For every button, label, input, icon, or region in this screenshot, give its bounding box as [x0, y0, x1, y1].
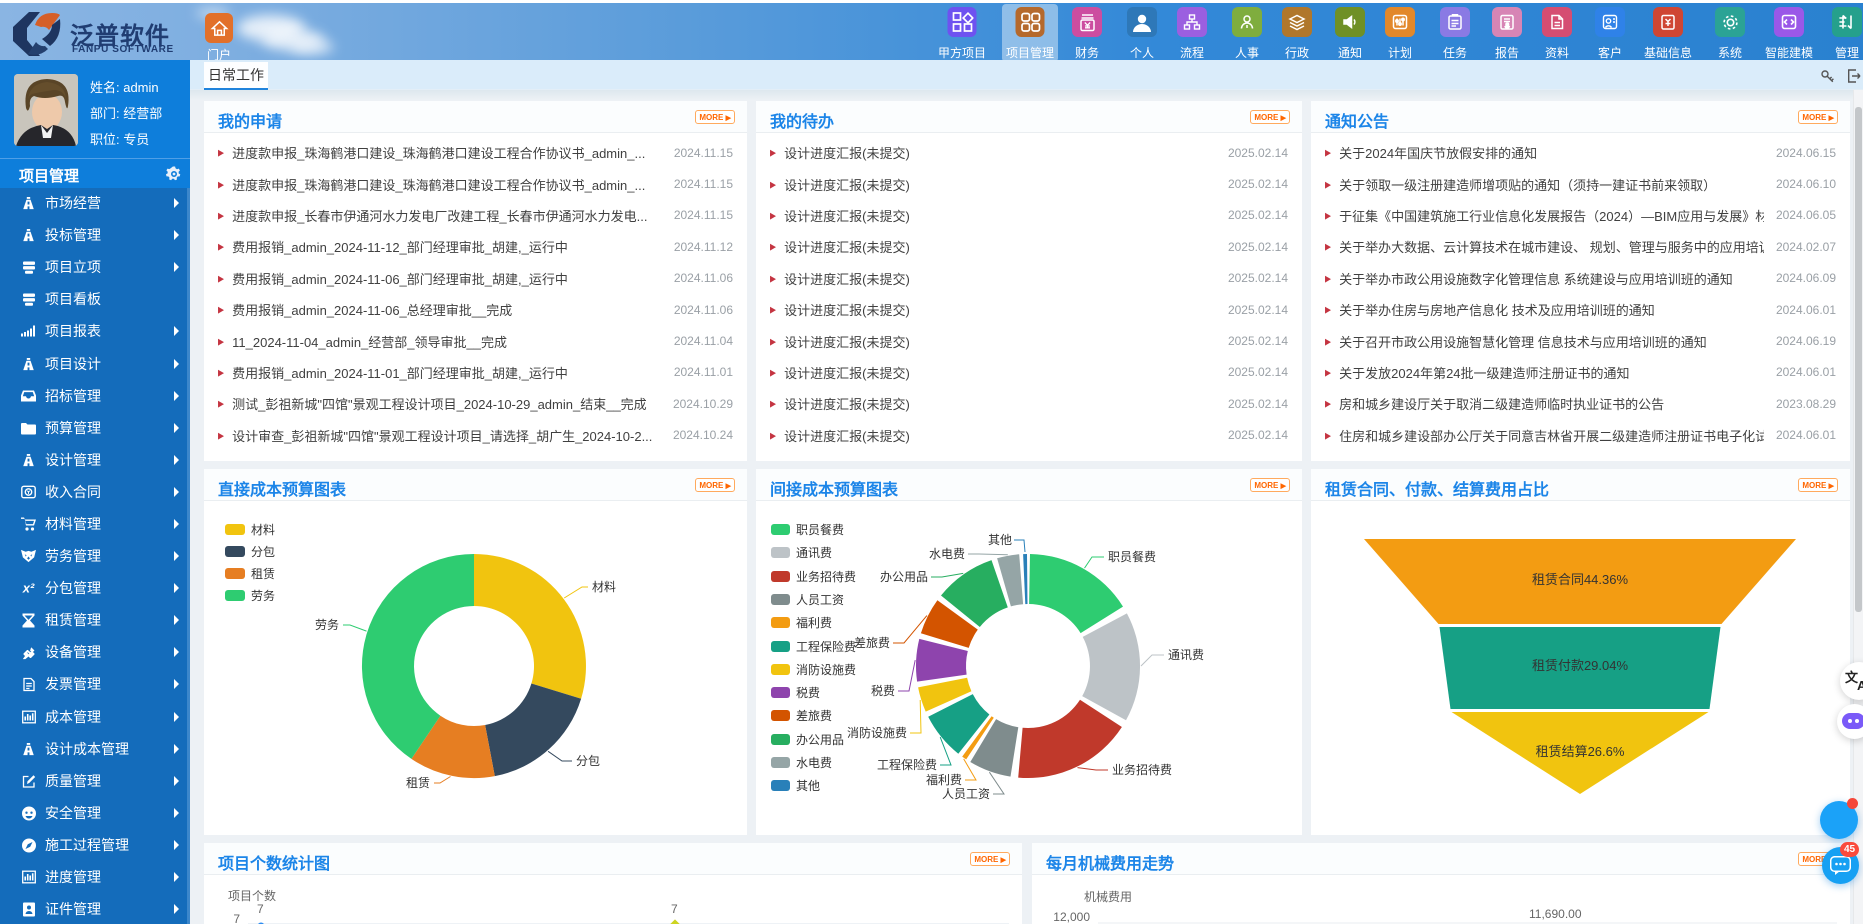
svg-text:其他: 其他 — [988, 533, 1012, 547]
svg-text:11,690.00: 11,690.00 — [1529, 907, 1582, 921]
svg-text:通讯费: 通讯费 — [1168, 648, 1204, 662]
svg-text:租赁付款29.04%: 租赁付款29.04% — [1532, 658, 1629, 673]
svg-text:人员工资: 人员工资 — [942, 787, 990, 801]
svg-text:7: 7 — [671, 902, 678, 916]
svg-text:水电费: 水电费 — [929, 547, 965, 561]
svg-text:机械费用: 机械费用 — [1084, 889, 1132, 904]
svg-text:7: 7 — [257, 902, 264, 916]
svg-text:材料: 材料 — [592, 580, 616, 594]
svg-text:租赁合同44.36%: 租赁合同44.36% — [1532, 572, 1629, 587]
svg-text:福利费: 福利费 — [926, 772, 962, 787]
svg-text:消防设施费: 消防设施费 — [847, 725, 907, 740]
svg-text:12,000: 12,000 — [1053, 910, 1090, 924]
svg-text:劳务: 劳务 — [315, 617, 339, 632]
svg-text:税费: 税费 — [871, 684, 895, 698]
svg-text:分包: 分包 — [576, 754, 600, 768]
svg-text:项目个数: 项目个数 — [228, 888, 276, 903]
svg-text:职员餐费: 职员餐费 — [1108, 549, 1156, 564]
svg-text:租赁: 租赁 — [406, 776, 430, 790]
svg-text:差旅费: 差旅费 — [854, 636, 890, 650]
svg-text:租赁结算26.6%: 租赁结算26.6% — [1536, 744, 1625, 759]
svg-text:7: 7 — [233, 912, 240, 924]
svg-text:业务招待费: 业务招待费 — [1112, 762, 1172, 777]
svg-text:工程保险费: 工程保险费 — [877, 757, 937, 772]
svg-text:办公用品: 办公用品 — [880, 569, 928, 584]
